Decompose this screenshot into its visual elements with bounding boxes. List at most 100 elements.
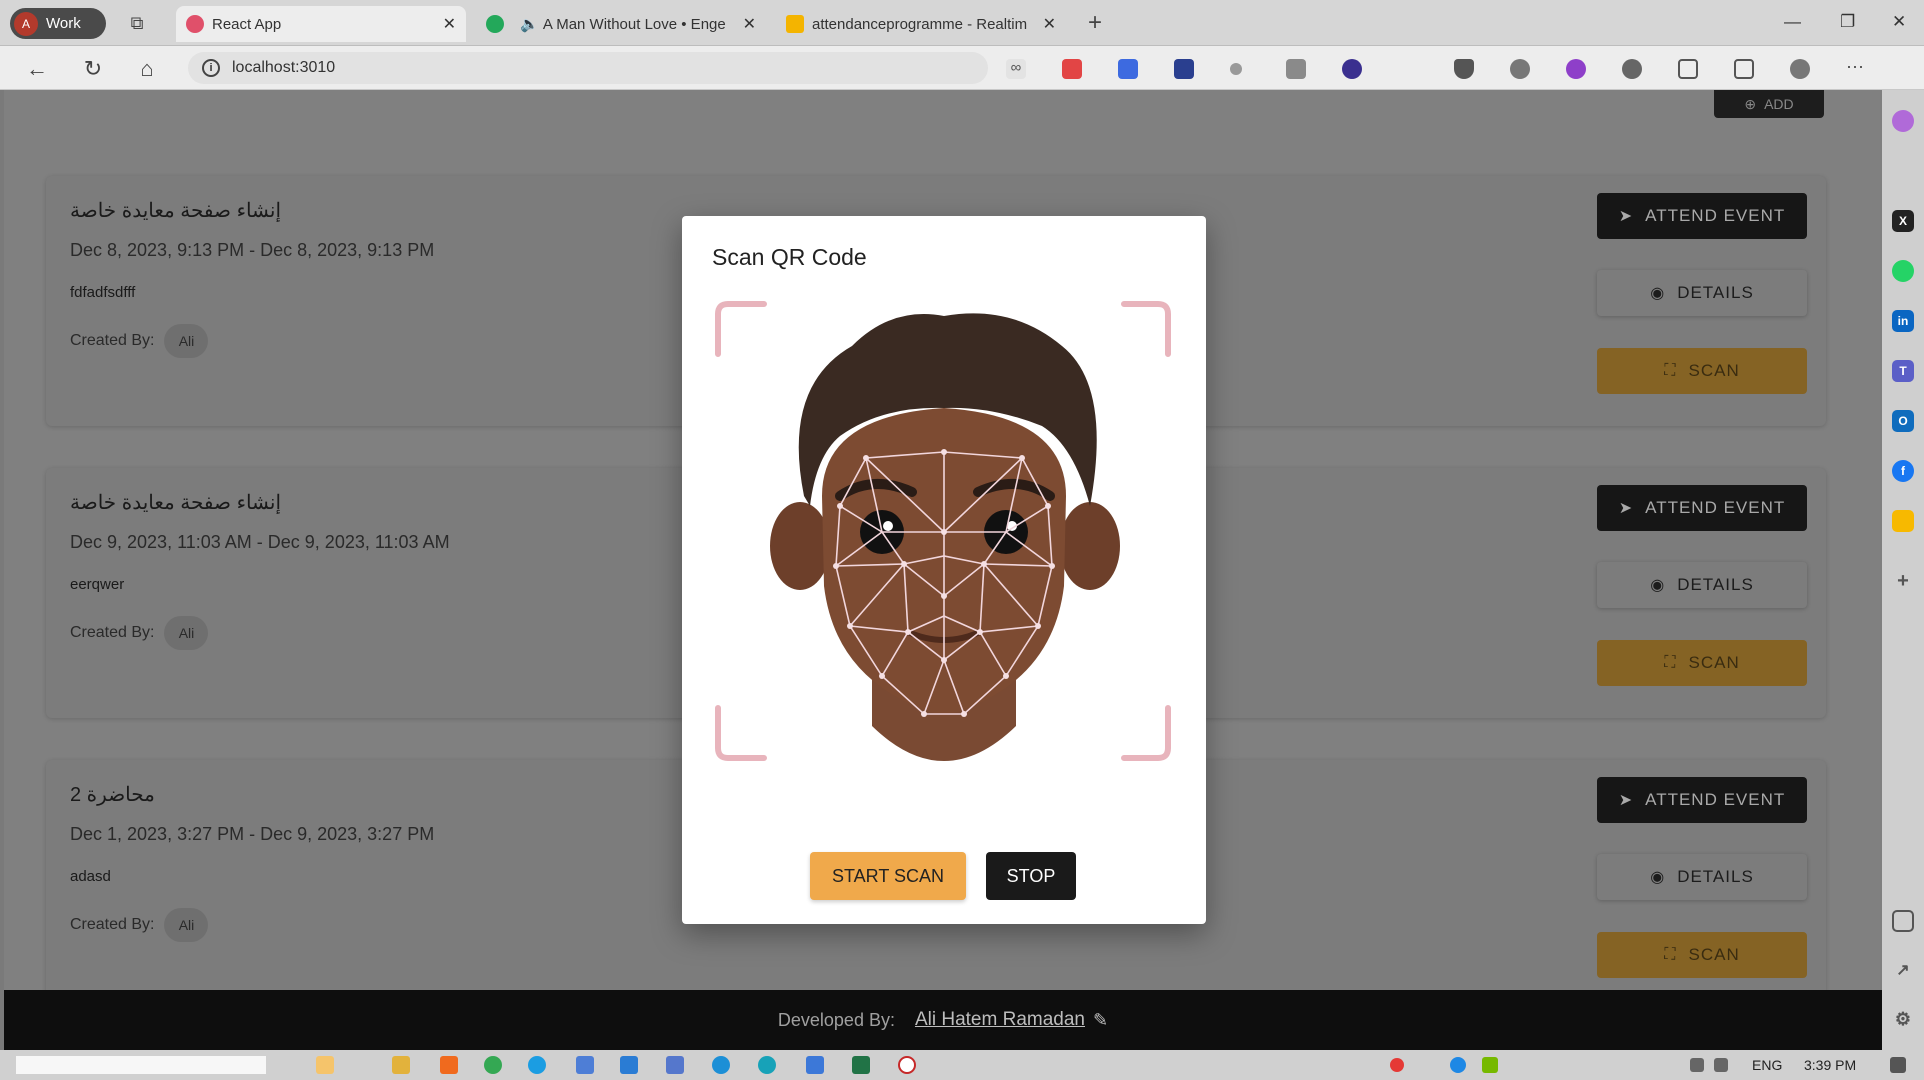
collections-icon[interactable] (1734, 59, 1754, 79)
copilot-icon[interactable] (1790, 59, 1810, 79)
settings-gear-icon[interactable]: ⚙ (1892, 1008, 1914, 1030)
home-icon[interactable]: ⌂ (134, 56, 160, 82)
volume-icon[interactable] (1714, 1058, 1728, 1072)
messenger-icon[interactable] (1892, 110, 1914, 132)
recorder-icon[interactable] (898, 1056, 916, 1074)
taskbar-app-icon[interactable] (576, 1056, 594, 1074)
file-explorer-icon[interactable] (392, 1056, 410, 1074)
eye-icon: ◉ (1650, 869, 1666, 886)
author-link[interactable]: Ali Hatem Ramadan (915, 1009, 1085, 1031)
new-tab-icon[interactable]: + (1084, 11, 1106, 35)
send-icon: ➤ (1618, 500, 1634, 517)
speaker-icon[interactable]: 🔈 (520, 15, 543, 33)
extension-icon[interactable] (1174, 59, 1194, 79)
vscode-icon[interactable] (620, 1056, 638, 1074)
profile-button[interactable]: A Work (10, 8, 106, 39)
back-icon[interactable]: ← (24, 56, 50, 82)
taskbar-app-icon[interactable] (316, 1056, 334, 1074)
tab-music[interactable]: 🔈 A Man Without Love • Enge ✕ (476, 6, 766, 42)
taskbar-app-icon[interactable] (666, 1056, 684, 1074)
external-link-icon[interactable]: ↗ (1892, 960, 1914, 982)
attend-label: ATTEND EVENT (1645, 790, 1786, 809)
shield-icon[interactable] (1454, 59, 1474, 79)
extension-icon[interactable] (1510, 59, 1530, 79)
tab-title: React App (212, 15, 282, 33)
tab-react-app[interactable]: React App ✕ (176, 6, 466, 42)
sidebar-layout-icon[interactable] (1892, 910, 1914, 932)
created-by-label: Created By: (70, 332, 155, 349)
attend-label: ATTEND EVENT (1645, 498, 1786, 517)
extension-icon[interactable] (1566, 59, 1586, 79)
notes-icon[interactable] (1892, 510, 1914, 532)
window-close-icon[interactable]: ✕ (1892, 12, 1906, 32)
edge-dev-icon[interactable] (712, 1056, 730, 1074)
extension-icon[interactable] (1118, 59, 1138, 79)
details-button[interactable]: ◉ DETAILS (1597, 562, 1807, 608)
download-icon[interactable] (1342, 59, 1362, 79)
outlook-icon[interactable]: O (1892, 410, 1914, 432)
music-favicon (486, 15, 504, 33)
modal-title: Scan QR Code (712, 244, 867, 270)
split-screen-icon[interactable] (1678, 59, 1698, 79)
close-tab-icon[interactable]: ✕ (443, 14, 456, 34)
chrome-icon[interactable] (484, 1056, 502, 1074)
scan-frame-icon: ⛶ (1664, 946, 1677, 963)
event-dates: Dec 9, 2023, 11:03 AM - Dec 9, 2023, 11:… (70, 532, 450, 552)
browser-toolbar: ← ↻ ⌂ i localhost:3010 ∞ ··· (0, 46, 1924, 90)
taskbar-search[interactable] (16, 1056, 266, 1074)
notifications-icon[interactable] (1890, 1057, 1906, 1073)
language-indicator[interactable]: ENG (1752, 1057, 1782, 1073)
scan-button[interactable]: ⛶ SCAN (1597, 932, 1807, 978)
nvidia-icon[interactable] (1482, 1057, 1498, 1073)
tab-title: attendanceprogramme - Realtim (812, 15, 1028, 33)
start-scan-button[interactable]: START SCAN (810, 852, 966, 900)
taskbar-app-icon[interactable] (806, 1056, 824, 1074)
whatsapp-icon[interactable] (1892, 260, 1914, 282)
teams-icon[interactable]: T (1892, 360, 1914, 382)
network-icon[interactable] (1690, 1058, 1704, 1072)
extension-icon[interactable] (1286, 59, 1306, 79)
profile-avatar: A (14, 11, 38, 36)
extension-icon[interactable] (1062, 59, 1082, 79)
linkedin-icon[interactable]: in (1892, 310, 1914, 332)
tray-app-icon[interactable] (1450, 1057, 1466, 1073)
clock[interactable]: 3:39 PM (1804, 1057, 1856, 1073)
site-info-icon[interactable]: i (202, 59, 220, 77)
stop-scan-button[interactable]: STOP (986, 852, 1076, 900)
eye-icon: ◉ (1650, 577, 1666, 594)
attend-event-button[interactable]: ➤ ATTEND EVENT (1597, 485, 1807, 531)
extension-icon[interactable] (1230, 63, 1242, 75)
tab-firebase[interactable]: attendanceprogramme - Realtim ✕ (776, 6, 1066, 42)
extension-icon[interactable] (1622, 59, 1642, 79)
record-icon[interactable] (1390, 1058, 1404, 1072)
brave-icon[interactable] (440, 1056, 458, 1074)
more-menu-icon[interactable]: ··· (1842, 56, 1868, 77)
attend-event-button[interactable]: ➤ ATTEND EVENT (1597, 193, 1807, 239)
restore-icon[interactable]: ❐ (1840, 12, 1855, 32)
event-description: eerqwer (70, 576, 125, 593)
react-app-favicon (186, 15, 204, 33)
address-bar[interactable]: i localhost:3010 (188, 52, 988, 84)
workspaces-icon[interactable]: ⧉ (126, 12, 148, 34)
minimize-icon[interactable]: — (1784, 12, 1801, 32)
add-event-button[interactable]: ⊕ ADD (1714, 90, 1824, 118)
excel-icon[interactable] (852, 1056, 870, 1074)
creator-chip: Ali (164, 616, 209, 650)
creator-chip: Ali (164, 324, 209, 358)
add-app-icon[interactable]: + (1892, 570, 1914, 592)
details-button[interactable]: ◉ DETAILS (1597, 854, 1807, 900)
scan-button[interactable]: ⛶ SCAN (1597, 348, 1807, 394)
close-tab-icon[interactable]: ✕ (1043, 14, 1056, 34)
attend-event-button[interactable]: ➤ ATTEND EVENT (1597, 777, 1807, 823)
attend-label: ATTEND EVENT (1645, 206, 1786, 225)
edge-canary-icon[interactable] (758, 1056, 776, 1074)
edge-icon[interactable] (528, 1056, 546, 1074)
close-tab-icon[interactable]: ✕ (743, 14, 756, 34)
x-icon[interactable]: X (1892, 210, 1914, 232)
reload-icon[interactable]: ↻ (80, 56, 106, 82)
scan-button[interactable]: ⛶ SCAN (1597, 640, 1807, 686)
facebook-icon[interactable]: f (1892, 460, 1914, 482)
details-label: DETAILS (1677, 575, 1754, 594)
glasses-icon[interactable]: ∞ (1006, 59, 1026, 79)
details-button[interactable]: ◉ DETAILS (1597, 270, 1807, 316)
